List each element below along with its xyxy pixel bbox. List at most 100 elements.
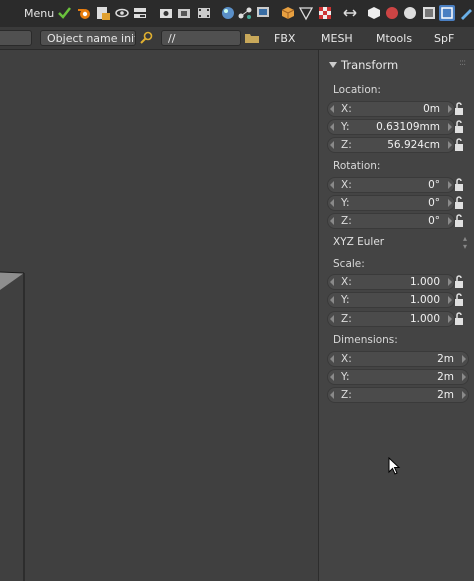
increment-arrow-icon[interactable] <box>462 391 466 399</box>
axis-label: Z: <box>341 313 352 325</box>
decrement-arrow-icon[interactable] <box>330 296 334 304</box>
decrement-arrow-icon[interactable] <box>330 391 334 399</box>
lock-icon[interactable] <box>452 293 466 307</box>
camera-icon[interactable] <box>158 5 174 21</box>
rotation-y-field[interactable]: Y: 0° <box>327 195 455 211</box>
decrement-arrow-icon[interactable] <box>330 105 334 113</box>
lock-icon[interactable] <box>452 312 466 326</box>
material-icon[interactable] <box>384 5 400 21</box>
object-name-field[interactable]: Object name init... <box>40 30 136 46</box>
rotation-z-value: 0° <box>428 215 440 227</box>
increment-arrow-icon[interactable] <box>462 355 466 363</box>
rotation-x-value: 0° <box>428 179 440 191</box>
axis-label: X: <box>341 103 352 115</box>
panel-title: Transform <box>341 58 399 72</box>
decrement-arrow-icon[interactable] <box>330 355 334 363</box>
rotation-mode-select[interactable]: XYZ Euler ▴ ▾ <box>327 235 469 251</box>
path-field[interactable]: // <box>161 30 241 46</box>
lock-icon[interactable] <box>452 120 466 134</box>
dimensions-x-field[interactable]: X: 2m <box>327 351 469 367</box>
axis-label: Y: <box>341 197 350 209</box>
location-z-field[interactable]: Z: 56.924cm <box>327 137 455 153</box>
lock-icon[interactable] <box>452 102 466 116</box>
tab-mesh[interactable]: MESH <box>321 32 353 45</box>
pen-icon[interactable] <box>458 5 474 21</box>
screen-icon[interactable] <box>255 5 271 21</box>
blender-icon[interactable] <box>76 5 92 21</box>
lock-icon[interactable] <box>452 178 466 192</box>
rendered-icon[interactable] <box>402 5 418 21</box>
axis-label: X: <box>341 276 352 288</box>
dimensions-z-value: 2m <box>437 389 454 401</box>
decrement-arrow-icon[interactable] <box>330 199 334 207</box>
nodes-icon[interactable] <box>237 5 253 21</box>
checkmark-icon[interactable] <box>56 5 72 21</box>
decrement-arrow-icon[interactable] <box>330 278 334 286</box>
left-field[interactable] <box>0 30 32 46</box>
axis-label: Z: <box>341 139 352 151</box>
arrows-icon[interactable] <box>342 5 358 21</box>
solid-icon[interactable] <box>366 5 382 21</box>
axis-label: X: <box>341 353 352 365</box>
lock-icon[interactable] <box>452 196 466 210</box>
rotation-label: Rotation: <box>333 160 381 172</box>
location-x-field[interactable]: X: 0m <box>327 101 455 117</box>
wire-triangle-icon[interactable] <box>298 5 314 21</box>
active-view-icon[interactable] <box>439 5 455 21</box>
drag-handle-icon[interactable]: ::: <box>459 58 466 68</box>
info-header: Menu <box>0 0 474 28</box>
decrement-arrow-icon[interactable] <box>330 181 334 189</box>
decrement-arrow-icon[interactable] <box>330 373 334 381</box>
dimensions-y-field[interactable]: Y: 2m <box>327 369 469 385</box>
rotation-x-field[interactable]: X: 0° <box>327 177 455 193</box>
film-icon[interactable] <box>196 5 212 21</box>
tab-spf[interactable]: SpF <box>434 32 454 45</box>
location-y-field[interactable]: Y: 0.63109mm <box>327 119 455 135</box>
scale-x-field[interactable]: X: 1.000 <box>327 274 455 290</box>
decrement-arrow-icon[interactable] <box>330 217 334 225</box>
location-y-value: 0.63109mm <box>376 121 440 133</box>
folder-icon[interactable] <box>244 30 260 46</box>
transform-panel: Transform ::: Location: X: 0m Y: 0.63109… <box>318 50 474 581</box>
dimensions-y-value: 2m <box>437 371 454 383</box>
3d-viewport[interactable] <box>0 50 317 581</box>
axis-label: X: <box>341 179 352 191</box>
scale-label: Scale: <box>333 258 365 270</box>
lock-icon[interactable] <box>452 214 466 228</box>
toggle-icon[interactable] <box>132 5 148 21</box>
eye-icon[interactable] <box>114 5 130 21</box>
tab-fbx[interactable]: FBX <box>274 32 295 45</box>
decrement-arrow-icon[interactable] <box>330 141 334 149</box>
scale-z-field[interactable]: Z: 1.000 <box>327 311 455 327</box>
location-x-value: 0m <box>423 103 440 115</box>
axis-label: Y: <box>341 294 350 306</box>
transform-header[interactable]: Transform <box>329 58 398 72</box>
scale-x-value: 1.000 <box>409 276 440 288</box>
checker-icon[interactable] <box>317 5 333 21</box>
render-icon[interactable] <box>176 5 192 21</box>
axis-label: Y: <box>341 371 350 383</box>
lock-icon[interactable] <box>452 275 466 289</box>
rotation-z-field[interactable]: Z: 0° <box>327 213 455 229</box>
rotation-y-value: 0° <box>428 197 440 209</box>
location-z-value: 56.924cm <box>387 139 440 151</box>
cube-orange-icon[interactable] <box>280 5 296 21</box>
decrement-arrow-icon[interactable] <box>330 315 334 323</box>
dimensions-z-field[interactable]: Z: 2m <box>327 387 469 403</box>
mouse-cursor-icon <box>388 457 401 475</box>
tool-header: Object name init... // FBX MESH Mtools S… <box>0 27 474 50</box>
increment-arrow-icon[interactable] <box>462 373 466 381</box>
scale-y-value: 1.000 <box>409 294 440 306</box>
menu-button[interactable]: Menu <box>24 7 54 20</box>
texture-icon[interactable] <box>421 5 437 21</box>
sphere-icon[interactable] <box>220 5 236 21</box>
axis-label: Z: <box>341 389 352 401</box>
scale-y-field[interactable]: Y: 1.000 <box>327 292 455 308</box>
file-lock-icon[interactable] <box>95 5 111 21</box>
decrement-arrow-icon[interactable] <box>330 123 334 131</box>
lock-icon[interactable] <box>452 138 466 152</box>
updown-arrows-icon: ▴ ▾ <box>462 234 467 251</box>
eyedropper-icon[interactable] <box>138 30 154 46</box>
tab-mtools[interactable]: Mtools <box>376 32 412 45</box>
collapse-triangle-icon <box>329 62 337 68</box>
